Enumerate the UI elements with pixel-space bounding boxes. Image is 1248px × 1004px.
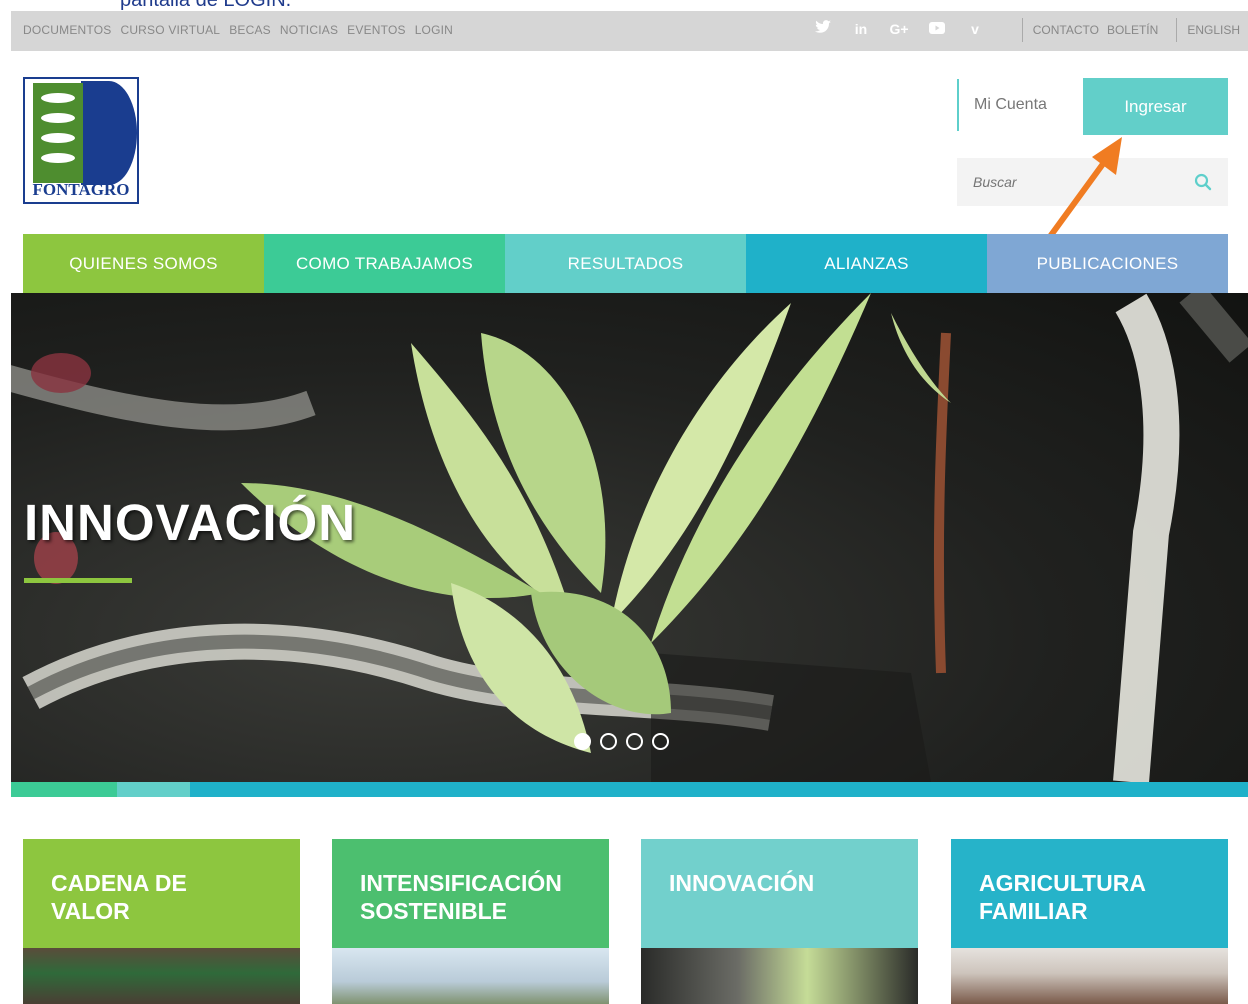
topic-cards: CADENA DE VALOR INTENSIFICACIÓN SOSTENIB… bbox=[23, 839, 1228, 1004]
slider-dot-1[interactable] bbox=[574, 733, 591, 750]
card-title-line1: CADENA DE bbox=[51, 870, 187, 896]
search-box bbox=[957, 158, 1228, 206]
slider-dot-3[interactable] bbox=[626, 733, 643, 750]
card-image bbox=[951, 948, 1228, 1004]
nav-quienes-somos[interactable]: QUIENES SOMOS bbox=[23, 234, 264, 293]
top-nav: DOCUMENTOS CURSO VIRTUAL BECAS NOTICIAS … bbox=[23, 23, 453, 37]
card-title-line1: INTENSIFICACIÓN bbox=[360, 870, 562, 896]
divider bbox=[957, 79, 959, 131]
main-nav: QUIENES SOMOS COMO TRABAJAMOS RESULTADOS… bbox=[23, 234, 1228, 293]
card-image bbox=[332, 948, 609, 1004]
card-title-line2: VALOR bbox=[51, 898, 130, 924]
strip-segment bbox=[117, 782, 190, 797]
top-bar: DOCUMENTOS CURSO VIRTUAL BECAS NOTICIAS … bbox=[11, 11, 1248, 51]
card-header: INTENSIFICACIÓN SOSTENIBLE bbox=[332, 839, 609, 948]
google-plus-icon[interactable]: G+ bbox=[888, 21, 910, 37]
fontagro-logo[interactable]: FONTAGRO bbox=[23, 77, 139, 204]
linkedin-icon[interactable]: in bbox=[850, 21, 872, 37]
logo-text: FONTAGRO bbox=[32, 180, 130, 199]
card-header: CADENA DE VALOR bbox=[23, 839, 300, 948]
card-agricultura-familiar[interactable]: AGRICULTURA FAMILIAR bbox=[951, 839, 1228, 1004]
strip-segment bbox=[11, 782, 117, 797]
hero-slider: INNOVACIÓN bbox=[11, 293, 1248, 782]
english-link[interactable]: ENGLISH bbox=[1187, 23, 1240, 37]
contacto-link[interactable]: CONTACTO bbox=[1033, 23, 1099, 37]
social-links: in G+ v bbox=[812, 20, 986, 37]
card-image bbox=[23, 948, 300, 1004]
card-cadena-de-valor[interactable]: CADENA DE VALOR bbox=[23, 839, 300, 1004]
boletin-link[interactable]: BOLETÍN bbox=[1107, 23, 1158, 37]
color-strip bbox=[11, 782, 1248, 797]
divider bbox=[1021, 18, 1023, 42]
nav-resultados[interactable]: RESULTADOS bbox=[505, 234, 746, 293]
card-header: INNOVACIÓN bbox=[641, 839, 918, 948]
twitter-icon[interactable] bbox=[812, 20, 834, 37]
top-nav-noticias[interactable]: NOTICIAS bbox=[280, 23, 338, 37]
vimeo-icon[interactable]: v bbox=[964, 21, 986, 37]
wheat-icon bbox=[33, 83, 83, 183]
nav-alianzas[interactable]: ALIANZAS bbox=[746, 234, 987, 293]
card-header: AGRICULTURA FAMILIAR bbox=[951, 839, 1228, 948]
card-title-line1: AGRICULTURA bbox=[979, 870, 1146, 896]
youtube-icon[interactable] bbox=[926, 21, 948, 37]
ingresar-button[interactable]: Ingresar bbox=[1083, 78, 1228, 135]
search-icon[interactable] bbox=[1194, 173, 1212, 191]
strip-segment bbox=[190, 782, 1248, 797]
hero-title: INNOVACIÓN bbox=[24, 494, 357, 551]
top-nav-becas[interactable]: BECAS bbox=[229, 23, 271, 37]
top-right-links: CONTACTO BOLETÍN ENGLISH bbox=[1012, 18, 1240, 42]
card-intensificacion-sostenible[interactable]: INTENSIFICACIÓN SOSTENIBLE bbox=[332, 839, 609, 1004]
top-nav-eventos[interactable]: EVENTOS bbox=[347, 23, 406, 37]
top-nav-login[interactable]: LOGIN bbox=[415, 23, 453, 37]
slider-dots bbox=[574, 733, 669, 750]
top-nav-documentos[interactable]: DOCUMENTOS bbox=[23, 23, 111, 37]
mi-cuenta-link[interactable]: Mi Cuenta bbox=[974, 96, 1047, 114]
gear-icon bbox=[81, 81, 137, 185]
slider-dot-2[interactable] bbox=[600, 733, 617, 750]
card-title-line2: FAMILIAR bbox=[979, 898, 1088, 924]
slider-dot-4[interactable] bbox=[652, 733, 669, 750]
divider bbox=[1176, 18, 1178, 42]
nav-publicaciones[interactable]: PUBLICACIONES bbox=[987, 234, 1228, 293]
nav-como-trabajamos[interactable]: COMO TRABAJAMOS bbox=[264, 234, 505, 293]
card-title-line1: INNOVACIÓN bbox=[669, 870, 815, 896]
search-input[interactable] bbox=[973, 170, 1173, 194]
card-image bbox=[641, 948, 918, 1004]
top-nav-curso-virtual[interactable]: CURSO VIRTUAL bbox=[120, 23, 220, 37]
hero-underline bbox=[24, 578, 132, 583]
card-title-line2: SOSTENIBLE bbox=[360, 898, 507, 924]
card-innovacion[interactable]: INNOVACIÓN bbox=[641, 839, 918, 1004]
